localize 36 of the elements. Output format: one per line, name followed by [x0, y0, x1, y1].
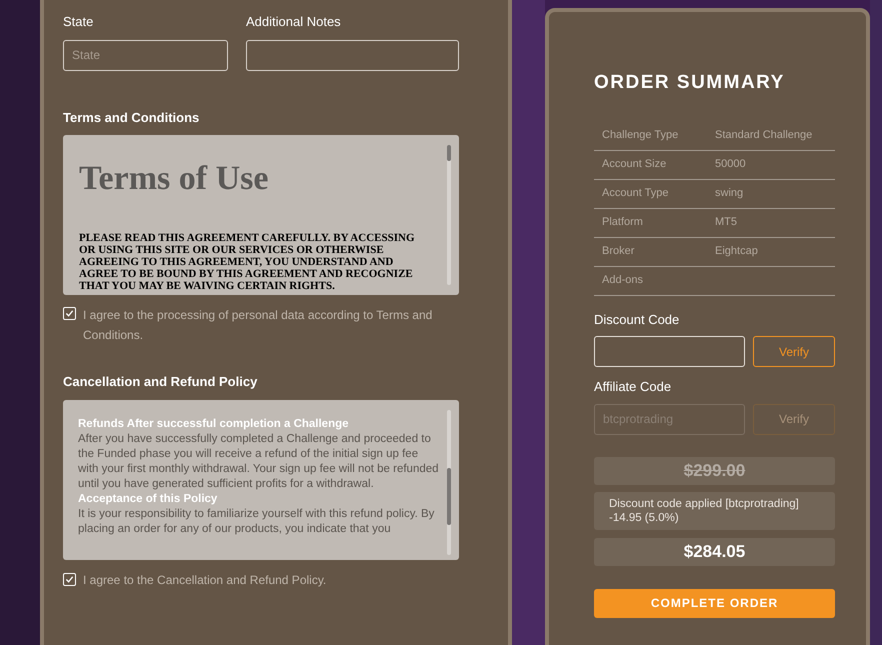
policy-paragraph: It is your responsibility to familiarize yourself with this refund policy. By placing an order for any of our products, you indicate that you [78, 506, 436, 536]
section-heading: Cancellation and Refund Policy [63, 373, 258, 391]
summary-label: Challenge Type [602, 128, 680, 144]
original-price: $299.00 [594, 456, 835, 484]
summary-label: Account Type [602, 186, 670, 202]
checkbox[interactable] [63, 573, 76, 586]
summary-label: Platform [602, 215, 644, 230]
summary-title: ORDER SUMMARY [594, 71, 786, 95]
checkbox[interactable] [63, 307, 76, 320]
document-text: PLEASE READ THIS AGREEMENT CAREFULLY. BY ACCESSING OR USING THIS SITE OR OUR SERVICES OR OTHERWISE AGREEING TO THIS AGREEMENT, YOU UNDERSTAND AND AGREE TO BE BOUND BY THIS AGREEMENT AND RECOGNIZE THAT YOU MAY BE WAIVING CERTAIN RIGHTS. [79, 232, 416, 292]
section-heading: Terms and Conditions [63, 108, 200, 126]
summary-value: swing [715, 186, 744, 202]
summary-value: MT5 [715, 215, 737, 230]
input-field[interactable] [594, 336, 745, 367]
policy-heading: Refunds After successful completion a Challenge [78, 416, 350, 432]
summary-value: Standard Challenge [715, 128, 812, 144]
policy-heading: Acceptance of this Policy [78, 492, 218, 506]
summary-value: Eightcap [715, 244, 758, 260]
agreement-text: I agree to the Cancellation and Refund Policy. [83, 572, 326, 588]
policy-paragraph: After you have successfully completed a Challenge and proceeded to the Funded phase you will receive a refund of the initial sign up fee with your first monthly withdrawal. Your sign up fee will not be refunded until you have generated sufficient profits for a withdrawal. [78, 432, 440, 492]
summary-value: 50000 [715, 157, 746, 172]
total-price: $284.05 [594, 538, 835, 566]
document-title: Terms of Use [79, 159, 270, 199]
discount-note: Discount code applied [btcprotrading] -14.95 (5.0%) [594, 492, 835, 530]
summary-label: Add-ons [602, 273, 644, 288]
complete-order-button[interactable]: COMPLETE ORDER [594, 588, 835, 618]
field-label: State [63, 13, 94, 31]
agreement-text: I agree to the processing of personal data according to Terms and Conditions. [83, 307, 434, 344]
input-field[interactable]: State [63, 40, 228, 70]
summary-label: Account Size [602, 157, 668, 172]
field-label: Affiliate Code [594, 378, 672, 396]
field-label: Additional Notes [246, 13, 342, 31]
verify-button[interactable]: Verify [753, 336, 835, 367]
summary-label: Broker [602, 244, 636, 260]
input-field[interactable] [246, 40, 459, 70]
field-label: Discount Code [594, 310, 680, 328]
